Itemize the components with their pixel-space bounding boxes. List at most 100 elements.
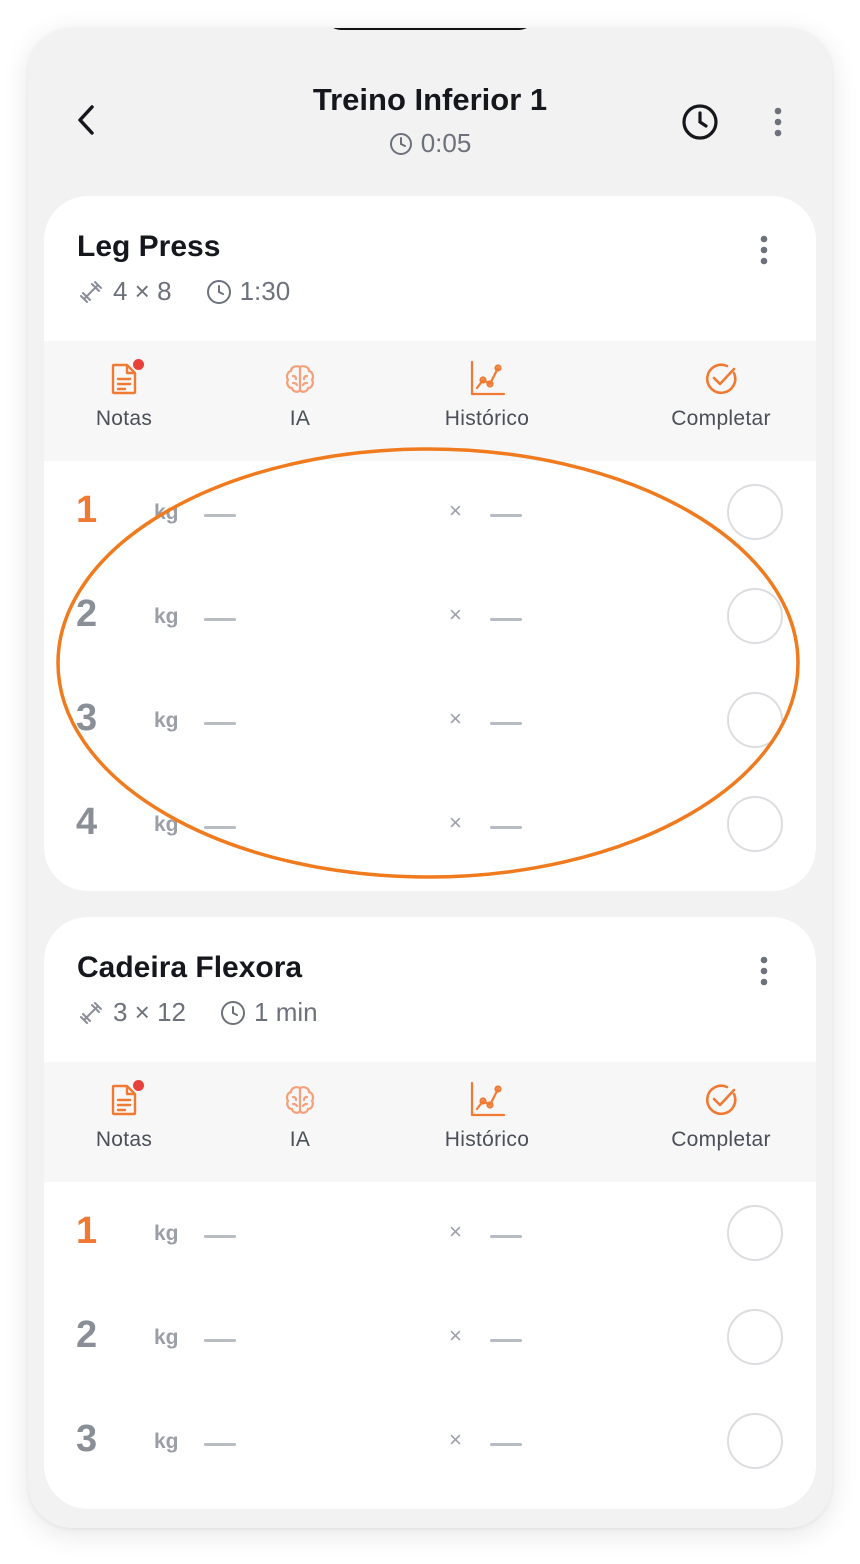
dumbbell-icon (80, 1001, 102, 1024)
weight-unit: kg (154, 1326, 179, 1349)
times-sign: × (449, 810, 462, 835)
clock-icon (221, 1000, 246, 1025)
weight-unit: kg (154, 605, 179, 628)
set-row: 3 kg × (44, 669, 816, 773)
weight-unit: kg (154, 501, 179, 524)
weight-input[interactable] (204, 1443, 236, 1446)
brain-icon (285, 1086, 315, 1114)
exercise-toolbar: Notas IA Histórico Completar (44, 341, 816, 461)
exercise-menu-button[interactable] (750, 951, 778, 991)
exercise-name: Leg Press (77, 230, 221, 263)
history-button[interactable]: Histórico (407, 1080, 567, 1170)
set-row: 4 kg × (44, 773, 816, 877)
weight-input[interactable] (204, 1235, 236, 1238)
sets-reps: 3 × 12 (113, 997, 187, 1027)
notes-button[interactable]: Notas (44, 359, 204, 449)
exercise-menu-button[interactable] (750, 230, 778, 270)
set-complete-checkbox[interactable] (727, 1413, 783, 1469)
set-complete-checkbox[interactable] (727, 1309, 783, 1365)
ai-label: IA (289, 407, 311, 430)
reps-input[interactable] (490, 514, 522, 517)
set-number: 1 (76, 489, 98, 531)
set-row: 2 kg × (44, 565, 816, 669)
weight-unit: kg (154, 813, 179, 836)
times-sign: × (449, 1427, 462, 1452)
complete-button[interactable]: Completar (641, 1080, 801, 1170)
complete-button[interactable]: Completar (641, 359, 801, 449)
weight-unit: kg (154, 709, 179, 732)
times-sign: × (449, 1219, 462, 1244)
rest-time: 1 min (254, 997, 318, 1027)
weight-input[interactable] (204, 514, 236, 517)
exercise-name: Cadeira Flexora (77, 951, 303, 984)
times-sign: × (449, 1323, 462, 1348)
notes-label: Notas (95, 407, 153, 430)
complete-label: Completar (671, 407, 771, 430)
rest-timer-button[interactable] (680, 102, 720, 142)
set-complete-checkbox[interactable] (727, 692, 783, 748)
brain-icon (285, 365, 315, 393)
vertical-dots-icon (760, 235, 768, 265)
reps-input[interactable] (490, 1339, 522, 1342)
set-row: 1 kg × (44, 1182, 816, 1286)
history-label: Histórico (444, 407, 530, 430)
check-circle-icon (705, 363, 737, 395)
weight-input[interactable] (204, 826, 236, 829)
ai-button[interactable]: IA (220, 359, 380, 449)
weight-input[interactable] (204, 722, 236, 725)
times-sign: × (449, 706, 462, 731)
notes-badge (133, 359, 144, 370)
vertical-dots-icon (760, 956, 768, 986)
notes-button[interactable]: Notas (44, 1080, 204, 1170)
reps-input[interactable] (490, 826, 522, 829)
clock-icon (682, 104, 718, 140)
times-sign: × (449, 602, 462, 627)
complete-label: Completar (671, 1128, 771, 1151)
exercise-card: Cadeira Flexora 3 × 12 1 min Notas IA Hi… (44, 917, 816, 1509)
ai-label: IA (289, 1128, 311, 1151)
weight-unit: kg (154, 1430, 179, 1453)
set-complete-checkbox[interactable] (727, 484, 783, 540)
reps-input[interactable] (490, 1443, 522, 1446)
exercise-meta: 3 × 12 1 min (77, 997, 318, 1028)
clock-icon (206, 279, 231, 304)
sets-reps: 4 × 8 (113, 276, 172, 306)
ai-button[interactable]: IA (220, 1080, 380, 1170)
clock-icon (389, 132, 412, 155)
set-row: 1 kg × (44, 461, 816, 565)
vertical-dots-icon (774, 107, 782, 137)
set-complete-checkbox[interactable] (727, 588, 783, 644)
chart-icon (470, 360, 506, 396)
set-row: 2 kg × (44, 1286, 816, 1390)
set-complete-checkbox[interactable] (727, 1205, 783, 1261)
app-screen: Treino Inferior 1 0:05 Leg Press 4 × 8 1… (28, 28, 832, 1528)
workout-header: Treino Inferior 1 0:05 (28, 28, 832, 198)
times-sign: × (449, 498, 462, 523)
chart-icon (470, 1081, 506, 1117)
set-row: 3 kg × (44, 1390, 816, 1494)
set-number: 3 (76, 1418, 98, 1460)
workout-menu-button[interactable] (764, 102, 792, 142)
notes-badge (133, 1080, 144, 1091)
set-complete-checkbox[interactable] (727, 796, 783, 852)
set-number: 3 (76, 697, 98, 739)
weight-unit: kg (154, 1222, 179, 1245)
check-circle-icon (705, 1084, 737, 1116)
set-list: 1 kg × 2 kg × 3 kg × (44, 1182, 816, 1494)
set-number: 2 (76, 593, 98, 635)
weight-input[interactable] (204, 1339, 236, 1342)
dumbbell-icon (80, 280, 102, 303)
set-number: 1 (76, 1210, 98, 1252)
weight-input[interactable] (204, 618, 236, 621)
exercise-toolbar: Notas IA Histórico Completar (44, 1062, 816, 1182)
rest-time: 1:30 (239, 276, 291, 306)
reps-input[interactable] (490, 618, 522, 621)
exercise-card: Leg Press 4 × 8 1:30 Notas IA Histórico … (44, 196, 816, 891)
notes-label: Notas (95, 1128, 153, 1151)
history-label: Histórico (444, 1128, 530, 1151)
set-list: 1 kg × 2 kg × 3 kg × (44, 461, 816, 877)
reps-input[interactable] (490, 722, 522, 725)
exercise-meta: 4 × 8 1:30 (77, 276, 290, 307)
reps-input[interactable] (490, 1235, 522, 1238)
history-button[interactable]: Histórico (407, 359, 567, 449)
